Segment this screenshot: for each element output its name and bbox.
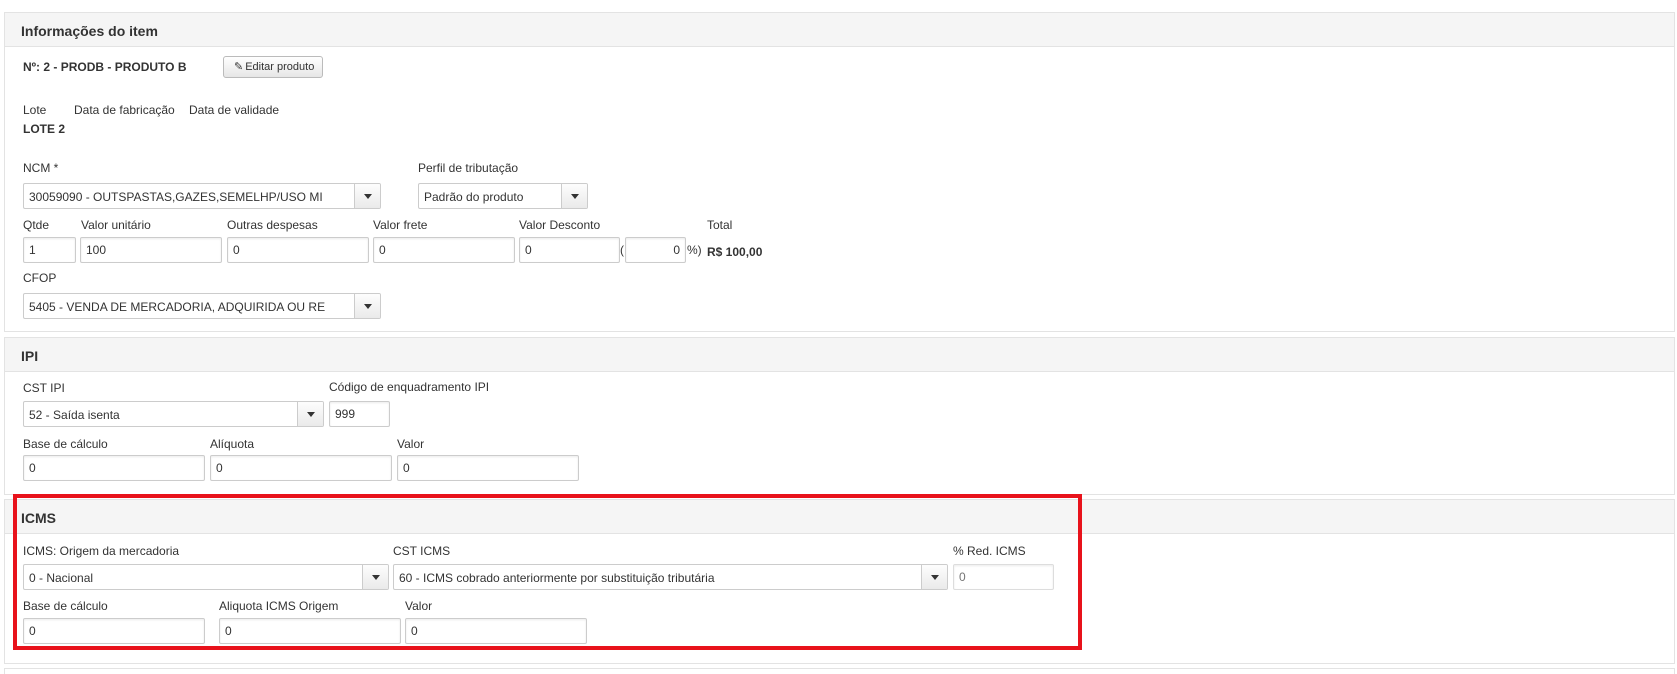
freight-input[interactable] bbox=[373, 237, 515, 263]
discount-percent-input[interactable] bbox=[625, 237, 686, 263]
caret-down-icon bbox=[364, 304, 372, 309]
ipi-value-input[interactable] bbox=[397, 455, 579, 481]
icms-header: ICMS bbox=[5, 500, 1674, 534]
cst-ipi-label: CST IPI bbox=[23, 381, 65, 395]
caret-down-icon bbox=[931, 575, 939, 580]
ipi-rate-input[interactable] bbox=[210, 455, 392, 481]
edit-product-button[interactable]: ✎ Editar produto bbox=[223, 56, 324, 78]
discount-pct-open: ( bbox=[620, 243, 624, 257]
icms-rate-input[interactable] bbox=[219, 618, 401, 644]
cfop-select[interactable]: 5405 - VENDA DE MERCADORIA, ADQUIRIDA OU… bbox=[23, 293, 381, 319]
unit-value-label: Valor unitário bbox=[81, 218, 151, 232]
item-info-header: Informações do item bbox=[5, 13, 1674, 47]
discount-pct-close: %) bbox=[687, 243, 702, 257]
icms-origin-label: ICMS: Origem da mercadoria bbox=[23, 544, 180, 558]
cst-icms-dropdown-button[interactable] bbox=[921, 565, 947, 589]
freight-label: Valor frete bbox=[373, 218, 428, 232]
tax-profile-label: Perfil de tributação bbox=[418, 161, 519, 175]
caret-down-icon bbox=[364, 194, 372, 199]
tax-profile-select[interactable]: Padrão do produto bbox=[418, 183, 588, 209]
mfg-date-label: Data de fabricação bbox=[74, 103, 175, 117]
ipi-header: IPI bbox=[5, 338, 1674, 372]
icms-origin-value: 0 - Nacional bbox=[29, 571, 94, 585]
icms-base-label: Base de cálculo bbox=[23, 599, 108, 613]
qty-input[interactable] bbox=[23, 237, 76, 263]
cfop-dropdown-button[interactable] bbox=[354, 294, 380, 318]
other-expenses-label: Outras despesas bbox=[227, 218, 318, 232]
icms-origin-select[interactable]: 0 - Nacional bbox=[23, 564, 389, 590]
lot-label: Lote bbox=[23, 103, 47, 117]
cst-ipi-select[interactable]: 52 - Saída isenta bbox=[23, 401, 324, 427]
ipi-base-label: Base de cálculo bbox=[23, 437, 108, 451]
tax-profile-value: Padrão do produto bbox=[424, 190, 524, 204]
cst-icms-value: 60 - ICMS cobrado anteriormente por subs… bbox=[399, 571, 715, 585]
icms-origin-dropdown-button[interactable] bbox=[362, 565, 388, 589]
total-label: Total bbox=[707, 218, 733, 232]
caret-down-icon bbox=[571, 194, 579, 199]
unit-value-input[interactable] bbox=[80, 237, 222, 263]
icms-red-label: % Red. ICMS bbox=[953, 544, 1026, 558]
ipi-base-input[interactable] bbox=[23, 455, 205, 481]
lot-value: LOTE 2 bbox=[23, 122, 66, 136]
exp-date-label: Data de validade bbox=[189, 103, 280, 117]
edit-product-label: Editar produto bbox=[245, 61, 315, 73]
icms-value-label: Valor bbox=[405, 599, 433, 613]
cst-icms-label: CST ICMS bbox=[393, 544, 451, 558]
ncm-select-value: 30059090 - OUTSPASTAS,GAZES,SEMELHP/USO … bbox=[29, 190, 323, 204]
product-line: Nº: 2 - PRODB - PRODUTO B bbox=[23, 60, 187, 74]
ncm-select[interactable]: 30059090 - OUTSPASTAS,GAZES,SEMELHP/USO … bbox=[23, 183, 381, 209]
discount-input[interactable] bbox=[519, 237, 620, 263]
pencil-icon: ✎ bbox=[234, 61, 244, 73]
cfop-select-value: 5405 - VENDA DE MERCADORIA, ADQUIRIDA OU… bbox=[29, 300, 326, 314]
qty-label: Qtde bbox=[23, 218, 50, 232]
cst-ipi-dropdown-button[interactable] bbox=[297, 402, 323, 426]
ipi-value-label: Valor bbox=[397, 437, 425, 451]
other-expenses-input[interactable] bbox=[227, 237, 369, 263]
cst-ipi-value: 52 - Saída isenta bbox=[29, 408, 120, 422]
ncm-label: NCM * bbox=[23, 161, 59, 175]
ipi-code-input[interactable] bbox=[329, 401, 390, 427]
caret-down-icon bbox=[372, 575, 380, 580]
cfop-label: CFOP bbox=[23, 271, 57, 285]
icms-value-input[interactable] bbox=[405, 618, 587, 644]
icms-rate-label: Aliquota ICMS Origem bbox=[219, 599, 339, 613]
ncm-dropdown-button[interactable] bbox=[354, 184, 380, 208]
icms-base-input[interactable] bbox=[23, 618, 205, 644]
cst-icms-select[interactable]: 60 - ICMS cobrado anteriormente por subs… bbox=[393, 564, 948, 590]
discount-label: Valor Desconto bbox=[519, 218, 601, 232]
icms-red-input bbox=[953, 564, 1054, 590]
ipi-code-label: Código de enquadramento IPI bbox=[329, 380, 490, 394]
tax-profile-dropdown-button[interactable] bbox=[561, 184, 587, 208]
next-section-edge bbox=[4, 668, 1675, 674]
total-value: R$ 100,00 bbox=[707, 245, 763, 259]
ipi-rate-label: Alíquota bbox=[210, 437, 255, 451]
caret-down-icon bbox=[307, 412, 315, 417]
